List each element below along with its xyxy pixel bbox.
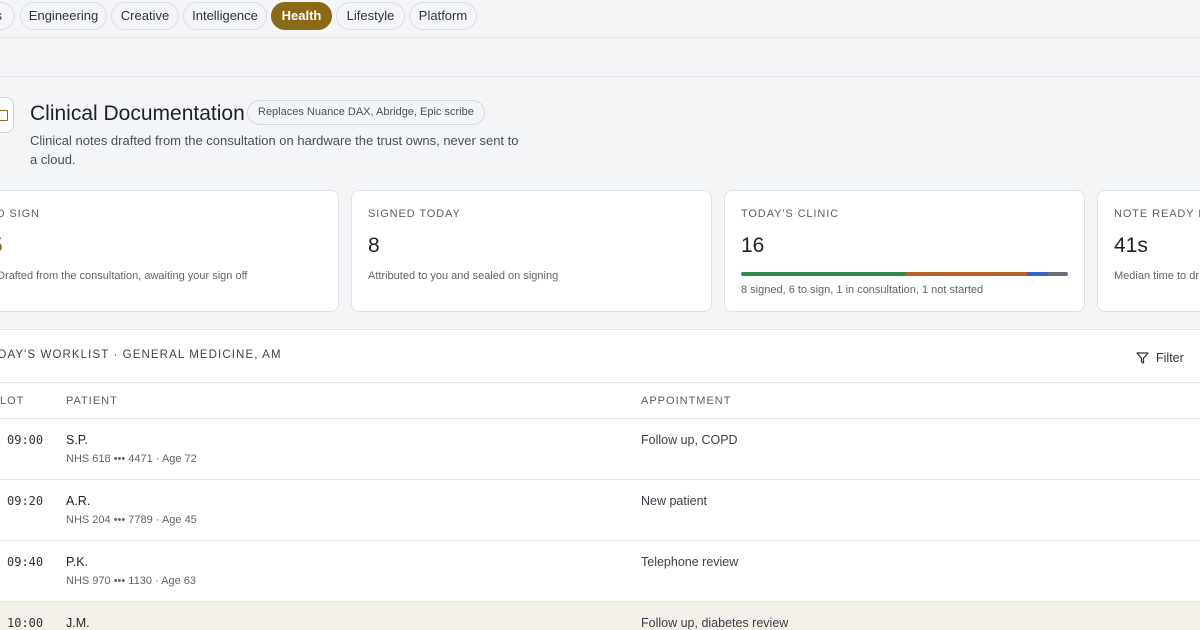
- page-subtitle: Clinical notes drafted from the consulta…: [30, 133, 519, 167]
- tab-platform[interactable]: Platform: [409, 2, 477, 30]
- row-patient-meta: NHS 204 ••• 7789 · Age 45: [66, 514, 197, 526]
- stat-value: 41s: [1114, 234, 1148, 257]
- stat-label: TODAY'S CLINIC: [741, 208, 840, 220]
- tab-engineering[interactable]: Engineering: [20, 2, 107, 30]
- tab-creative[interactable]: Creative: [111, 2, 179, 30]
- row-appointment: Follow up, diabetes review: [641, 616, 789, 630]
- table-row[interactable]: 09:20 A.R. NHS 204 ••• 7789 · Age 45 New…: [0, 480, 1200, 541]
- stat-card-to-sign: O SIGN 5 Drafted from the consultation, …: [0, 190, 339, 312]
- row-patient-name: P.K.: [66, 555, 89, 569]
- filter-button[interactable]: Filter: [1136, 348, 1184, 368]
- stat-description: 8 signed, 6 to sign, 1 in consultation, …: [741, 284, 984, 296]
- filter-label: Filter: [1156, 351, 1184, 365]
- row-slot-time: 09:40: [7, 555, 44, 569]
- stat-label: NOTE READY IN: [1114, 208, 1200, 220]
- progress-segment-not-started: [1047, 272, 1068, 276]
- stat-value: 5: [0, 233, 3, 259]
- row-patient-name: J.M.: [66, 616, 90, 630]
- table-row[interactable]: 10:00 J.M. Follow up, diabetes review: [0, 602, 1200, 630]
- tab-previous[interactable]: s: [0, 2, 15, 30]
- row-patient-name: A.R.: [66, 494, 91, 508]
- category-tab-bar: s Engineering Creative Intelligence Heal…: [0, 0, 1200, 38]
- stat-card-todays-clinic: TODAY'S CLINIC 16 8 signed, 6 to sign, 1…: [724, 190, 1085, 312]
- worklist-title: ODAY'S WORKLIST · GENERAL MEDICINE, AM: [0, 349, 282, 361]
- stat-value: 16: [741, 234, 765, 257]
- row-patient-meta: NHS 970 ••• 1130 · Age 63: [66, 575, 196, 587]
- table-row[interactable]: 09:00 S.P. NHS 618 ••• 4471 · Age 72 Fol…: [0, 419, 1200, 480]
- stat-value: 8: [368, 234, 380, 257]
- row-slot-time: 09:20: [7, 494, 44, 508]
- stat-card-signed-today: SIGNED TODAY 8 Attributed to you and sea…: [351, 190, 712, 312]
- section-spacer: [0, 38, 1200, 77]
- tab-intelligence[interactable]: Intelligence: [183, 2, 267, 30]
- column-header-appointment[interactable]: APPOINTMENT: [641, 395, 731, 407]
- filter-icon: [1136, 352, 1149, 364]
- stat-description: Attributed to you and sealed on signing: [368, 270, 559, 282]
- row-patient-name: S.P.: [66, 433, 89, 447]
- tab-lifestyle[interactable]: Lifestyle: [336, 2, 405, 30]
- page-title: Clinical Documentation: [30, 102, 245, 125]
- stat-card-note-ready: NOTE READY IN 41s Median time to dr: [1097, 190, 1200, 312]
- stat-label: SIGNED TODAY: [368, 208, 461, 220]
- progress-segment-to-sign: [904, 272, 1028, 276]
- row-slot-time: 10:00: [7, 616, 44, 630]
- row-patient-meta: NHS 618 ••• 4471 · Age 72: [66, 453, 197, 465]
- stat-description: Drafted from the consultation, awaiting …: [0, 270, 248, 282]
- row-appointment: Telephone review: [641, 555, 739, 569]
- row-appointment: Follow up, COPD: [641, 433, 738, 447]
- clinic-progress-bar: [741, 272, 1068, 276]
- stat-description: Median time to dr: [1114, 270, 1199, 282]
- row-slot-time: 09:00: [7, 433, 44, 447]
- replaces-badge: Replaces Nuance DAX, Abridge, Epic scrib…: [247, 100, 485, 125]
- row-appointment: New patient: [641, 494, 708, 508]
- column-header-slot[interactable]: LOT: [0, 395, 24, 407]
- worklist-header: ODAY'S WORKLIST · GENERAL MEDICINE, AM F…: [0, 329, 1200, 383]
- document-icon: [0, 97, 14, 133]
- progress-segment-in-consultation: [1027, 272, 1048, 276]
- table-row[interactable]: 09:40 P.K. NHS 970 ••• 1130 · Age 63 Tel…: [0, 541, 1200, 602]
- worklist-column-headers: LOT PATIENT APPOINTMENT: [0, 383, 1200, 419]
- column-header-patient[interactable]: PATIENT: [66, 395, 118, 407]
- progress-segment-signed: [741, 272, 905, 276]
- tab-health[interactable]: Health: [271, 2, 332, 30]
- stat-label: O SIGN: [0, 208, 40, 220]
